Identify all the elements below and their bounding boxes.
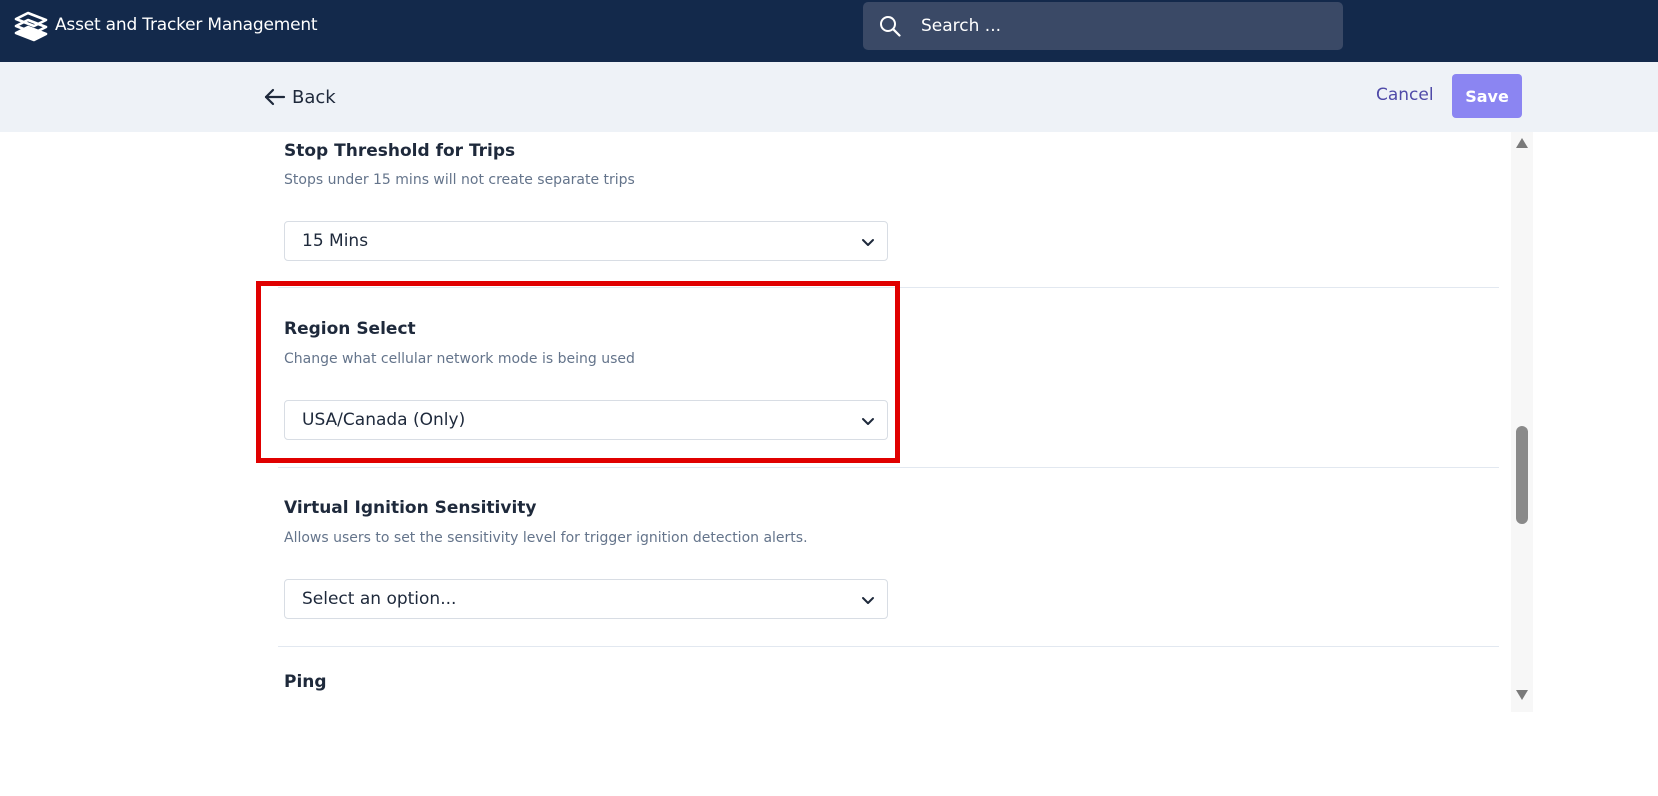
search-icon [880,16,901,37]
ignition-sensitivity-select[interactable]: Select an option... [284,579,888,619]
setting-title: Virtual Ignition Sensitivity [284,498,537,518]
app-title: Asset and Tracker Management [55,15,318,35]
setting-description: Change what cellular network mode is bei… [284,351,635,367]
form-toolbar: Back Cancel Save [0,62,1658,132]
scroll-up-arrow-icon[interactable] [1516,138,1528,148]
select-value: Select an option... [302,589,457,609]
scroll-down-arrow-icon[interactable] [1516,690,1528,700]
region-select[interactable]: USA/Canada (Only) [284,400,888,440]
setting-stop-threshold: Stop Threshold for Trips Stops under 15 … [278,132,1499,288]
chevron-down-icon [862,597,874,604]
stacked-layers-logo [14,11,48,42]
setting-virtual-ignition: Virtual Ignition Sensitivity Allows user… [278,467,1499,647]
setting-title: Ping [284,672,327,692]
scrollbar-track[interactable] [1511,132,1533,712]
setting-description: Allows users to set the sensitivity leve… [284,530,808,546]
setting-region-select: Region Select Change what cellular netwo… [278,288,1499,468]
back-button[interactable]: Back [264,84,336,110]
search-input[interactable] [921,2,1321,50]
save-button[interactable]: Save [1452,74,1522,118]
top-navigation-bar: Asset and Tracker Management [0,0,1658,62]
select-value: 15 Mins [302,231,369,251]
chevron-down-icon [862,239,874,246]
scrollbar-thumb[interactable] [1516,426,1528,524]
cancel-button[interactable]: Cancel [1376,85,1434,105]
setting-title: Region Select [284,319,416,339]
search-bar[interactable] [863,2,1343,50]
setting-ping: Ping [278,646,1499,706]
setting-title: Stop Threshold for Trips [284,141,516,161]
select-value: USA/Canada (Only) [302,410,466,430]
setting-description: Stops under 15 mins will not create sepa… [284,172,635,188]
chevron-down-icon [862,418,874,425]
stop-threshold-select[interactable]: 15 Mins [284,221,888,261]
arrow-left-icon [264,88,286,106]
back-label: Back [292,86,336,108]
